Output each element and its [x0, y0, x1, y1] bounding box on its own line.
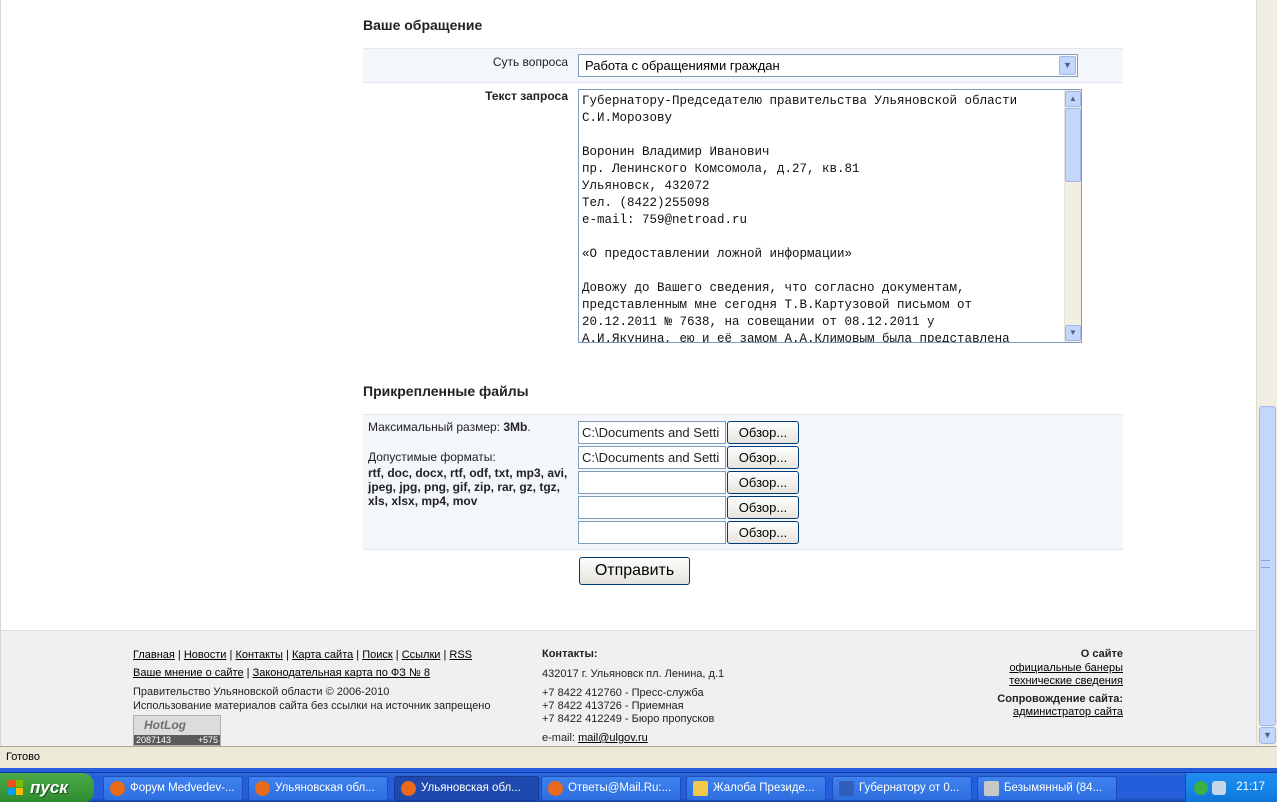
- footer-link-rss[interactable]: RSS: [449, 649, 472, 661]
- browse-button[interactable]: Обзор...: [727, 471, 799, 494]
- folder-icon: [693, 781, 708, 796]
- clock: 21:17: [1236, 781, 1265, 793]
- about-link-tech[interactable]: технические сведения: [1009, 675, 1123, 687]
- footer-link-links[interactable]: Ссылки: [402, 649, 441, 661]
- footer-links-row2: Ваше мнение о сайте | Законодательная ка…: [133, 667, 430, 679]
- file-input[interactable]: C:\Documents and Setti: [578, 446, 726, 469]
- browse-button[interactable]: Обзор...: [727, 521, 799, 544]
- hotlog-counter[interactable]: HotLog 2087143 +575: [133, 715, 221, 746]
- taskbar-item[interactable]: Жалоба Президе...: [686, 776, 826, 801]
- topic-select[interactable]: Работа с обращениями граждан ▼: [578, 54, 1078, 77]
- footer-links-row1: Главная | Новости | Контакты | Карта сай…: [133, 649, 473, 661]
- scroll-thumb[interactable]: [1065, 108, 1081, 182]
- browse-button[interactable]: Обзор...: [727, 421, 799, 444]
- taskbar-item[interactable]: Ульяновская обл...: [248, 776, 388, 801]
- contacts-phone: +7 8422 413726 - Приемная: [542, 700, 684, 712]
- taskbar-item[interactable]: Форум Medvedev-...: [103, 776, 243, 801]
- footer-link-news[interactable]: Новости: [184, 649, 227, 661]
- browse-button[interactable]: Обзор...: [727, 496, 799, 519]
- contacts-phone: +7 8422 412760 - Пресс-служба: [542, 687, 704, 699]
- firefox-icon: [401, 781, 416, 796]
- grip-icon: [1261, 560, 1270, 568]
- footer-about: О сайте официальные банеры технические с…: [823, 648, 1123, 720]
- formats-label: Допустимые форматы:: [368, 450, 496, 464]
- max-size-value: 3Mb: [503, 420, 528, 434]
- contacts-title: Контакты:: [542, 648, 598, 660]
- taskbar-item[interactable]: Губернатору от 0...: [832, 776, 972, 801]
- contacts-email: e-mail: mail@ulgov.ru: [542, 732, 648, 744]
- paint-icon: [984, 781, 999, 796]
- about-link-banners[interactable]: официальные банеры: [1009, 662, 1123, 674]
- attachments-info: Максимальный размер: 3Mb. Допустимые фор…: [368, 420, 568, 508]
- support-title: Сопровождение сайта:: [997, 692, 1123, 705]
- status-bar: Готово: [0, 746, 1277, 768]
- system-tray: 21:17: [1185, 773, 1277, 802]
- topic-select-value: Работа с обращениями граждан: [585, 58, 780, 73]
- contacts-phone: +7 8422 412249 - Бюро пропусков: [542, 713, 715, 725]
- textarea-scrollbar[interactable]: ▲ ▼: [1064, 90, 1081, 342]
- firefox-icon: [255, 781, 270, 796]
- windows-flag-icon: [8, 780, 23, 795]
- file-input[interactable]: [578, 521, 726, 544]
- start-button[interactable]: пуск: [0, 773, 94, 802]
- about-title: О сайте: [1080, 648, 1123, 660]
- language-icon[interactable]: [1212, 781, 1226, 795]
- footer-left: Главная | Новости | Контакты | Карта сай…: [133, 648, 523, 713]
- footer-link-sitemap[interactable]: Карта сайта: [292, 649, 353, 661]
- footer-link-legislation[interactable]: Законодательная карта по ФЗ № 8: [253, 667, 430, 679]
- tray-app-icon[interactable]: [1194, 781, 1208, 795]
- attachments-section-title: Прикрепленные файлы: [363, 383, 529, 399]
- request-textarea[interactable]: Губернатору-Председателю правительства У…: [578, 89, 1082, 343]
- page-scrollbar[interactable]: ▼: [1256, 0, 1277, 746]
- chevron-down-icon[interactable]: ▼: [1059, 56, 1076, 75]
- browser-viewport: Ваше обращение Суть вопроса Работа с обр…: [0, 0, 1256, 746]
- hotlog-counter-bar: 2087143 +575: [134, 735, 220, 745]
- scroll-up-icon[interactable]: ▲: [1065, 91, 1081, 107]
- taskbar: пуск Форум Medvedev-... Ульяновская обл.…: [0, 772, 1277, 802]
- site-footer: Главная | Новости | Контакты | Карта сай…: [1, 630, 1256, 746]
- footer-link-feedback[interactable]: Ваше мнение о сайте: [133, 667, 244, 679]
- file-input[interactable]: [578, 496, 726, 519]
- email-link[interactable]: mail@ulgov.ru: [578, 732, 648, 744]
- hotlog-delta: +575: [197, 735, 218, 745]
- divider: [363, 82, 1123, 83]
- browse-button[interactable]: Обзор...: [727, 446, 799, 469]
- firefox-icon: [110, 781, 125, 796]
- taskbar-item[interactable]: Ответы@Mail.Ru:...: [541, 776, 681, 801]
- file-input[interactable]: [578, 471, 726, 494]
- status-text: Готово: [6, 751, 40, 763]
- contacts-address: 432017 г. Ульяновск пл. Ленина, д.1: [542, 668, 725, 680]
- footer-copyright: Правительство Ульяновской области © 2006…: [133, 686, 390, 698]
- support-link-admin[interactable]: администратор сайта: [1013, 706, 1123, 718]
- footer-contacts: Контакты: 432017 г. Ульяновск пл. Ленина…: [542, 648, 842, 745]
- request-text[interactable]: Губернатору-Председателю правительства У…: [582, 93, 1062, 342]
- scroll-down-icon[interactable]: ▼: [1065, 325, 1081, 341]
- max-size: Максимальный размер: 3Mb.: [368, 420, 531, 434]
- formats-value: rtf, doc, docx, rtf, odf, txt, mp3, avi,…: [368, 466, 568, 508]
- submit-button[interactable]: Отправить: [579, 557, 690, 585]
- taskbar-item[interactable]: Безымянный (84...: [977, 776, 1117, 801]
- hotlog-total: 2087143: [136, 735, 172, 745]
- hotlog-brand: HotLog: [144, 718, 186, 732]
- firefox-icon: [548, 781, 563, 796]
- file-input[interactable]: C:\Documents and Setti: [578, 421, 726, 444]
- text-label: Текст запроса: [485, 89, 568, 103]
- topic-label: Суть вопроса: [492, 55, 568, 69]
- appeal-section-title: Ваше обращение: [363, 17, 483, 33]
- footer-link-home[interactable]: Главная: [133, 649, 175, 661]
- start-label: пуск: [30, 778, 68, 797]
- footer-notice: Использование материалов сайта без ссылк…: [133, 700, 491, 712]
- taskbar-item-active[interactable]: Ульяновская обл...: [394, 776, 539, 801]
- footer-link-contacts[interactable]: Контакты: [235, 649, 283, 661]
- scroll-down-icon[interactable]: ▼: [1259, 727, 1276, 744]
- word-icon: [839, 781, 854, 796]
- footer-link-search[interactable]: Поиск: [362, 649, 392, 661]
